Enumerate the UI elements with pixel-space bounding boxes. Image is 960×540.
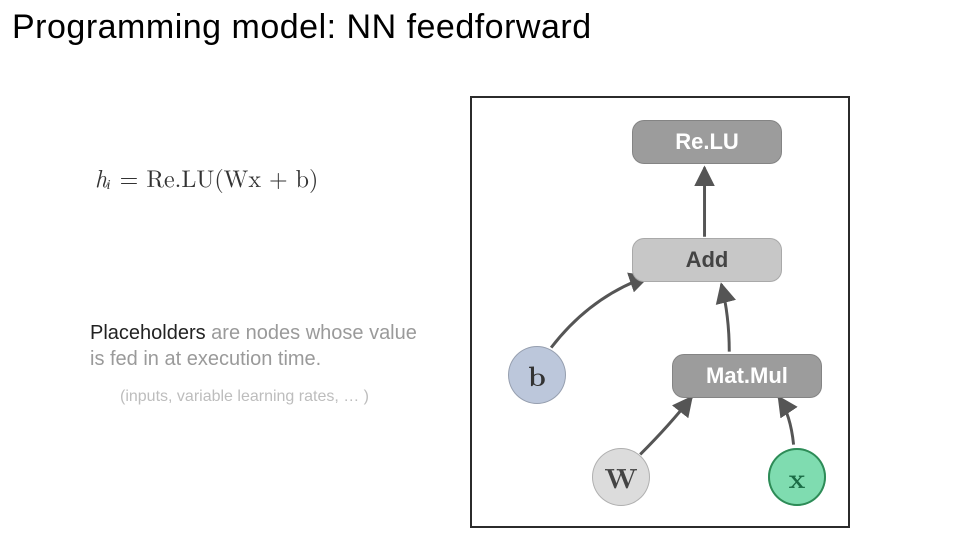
- edge-w-matmul: [640, 397, 691, 454]
- node-w: W: [592, 448, 650, 506]
- node-relu: Re.LU: [632, 120, 782, 164]
- edge-b-add: [551, 276, 648, 347]
- node-x: x: [768, 448, 826, 506]
- placeholder-term: Placeholders: [90, 322, 206, 344]
- computation-graph: Re.LU Add Mat.Mul b W x: [470, 96, 850, 528]
- equation: hᵢ = Re.LU(Wx + b): [95, 160, 318, 194]
- slide-title: Programming model: NN feedforward: [12, 8, 592, 47]
- placeholder-description: Placeholders are nodes whose value is fe…: [90, 320, 420, 372]
- edge-matmul-add: [721, 284, 729, 351]
- equation-rhs: Re.LU(Wx + b): [146, 160, 318, 194]
- edge-x-matmul: [779, 397, 794, 444]
- node-matmul: Mat.Mul: [672, 354, 822, 398]
- node-b: b: [508, 346, 566, 404]
- node-add: Add: [632, 238, 782, 282]
- placeholder-examples: (inputs, variable learning rates, … ): [120, 388, 369, 406]
- equation-lhs: hᵢ: [95, 160, 111, 194]
- equation-equals: =: [120, 160, 147, 194]
